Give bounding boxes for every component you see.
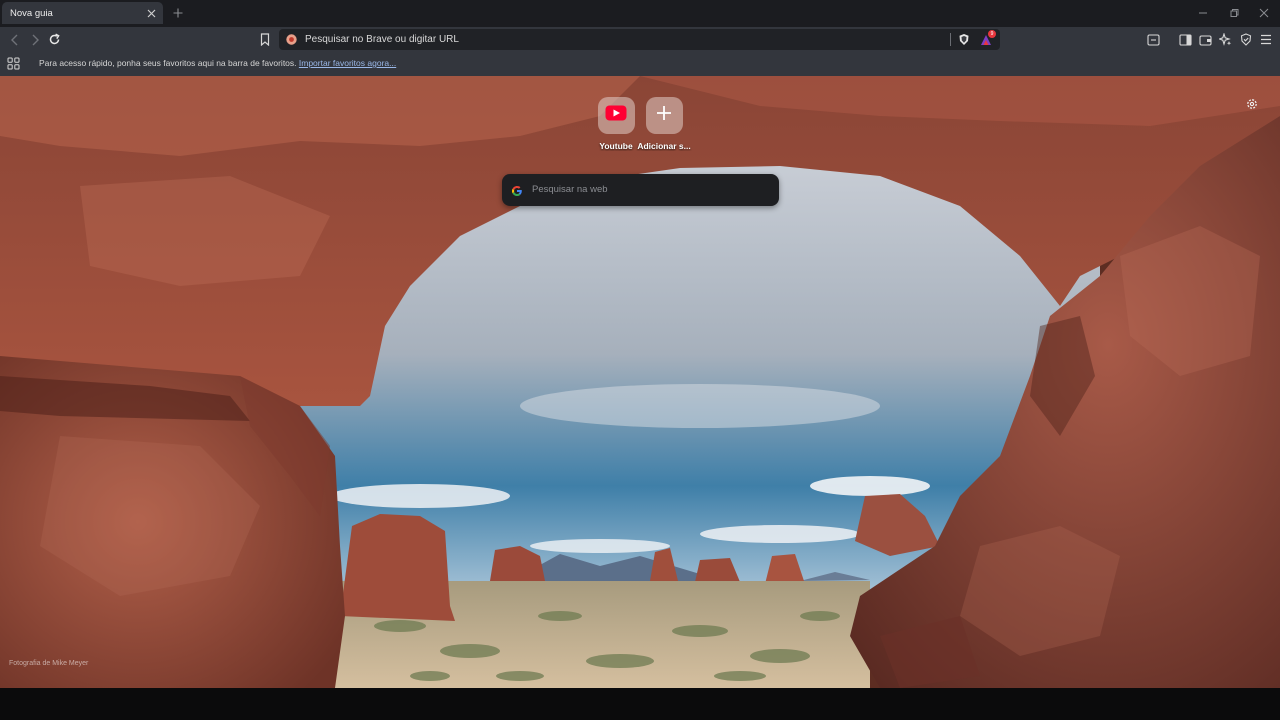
brave-rewards-icon[interactable]: 9 xyxy=(979,30,997,47)
menu-icon[interactable] xyxy=(1258,32,1273,47)
photo-credit[interactable]: Fotografia de Mike Meyer xyxy=(9,660,88,667)
address-bar[interactable]: Pesquisar no Brave ou digitar URL 9 xyxy=(279,29,1000,50)
sidebar-icon[interactable] xyxy=(1178,32,1193,47)
settings-gear-icon[interactable] xyxy=(1245,97,1259,111)
url-placeholder: Pesquisar no Brave ou digitar URL xyxy=(305,34,459,45)
bottom-bar xyxy=(0,688,1280,720)
reload-icon[interactable] xyxy=(47,32,62,47)
search-engine-icon xyxy=(285,33,298,46)
bookmarks-bar: Para acesso rápido, ponha seus favoritos… xyxy=(0,52,1280,76)
background-photo xyxy=(0,76,1280,688)
close-icon[interactable] xyxy=(145,7,157,19)
plus-icon xyxy=(656,105,672,126)
search-placeholder: Pesquisar na web xyxy=(532,184,608,195)
leo-ai-icon[interactable] xyxy=(1218,32,1233,47)
add-shortcut-tile[interactable]: Adicionar s... xyxy=(632,97,696,151)
leo-screen-icon[interactable] xyxy=(1146,32,1161,47)
restore-icon[interactable] xyxy=(1228,7,1240,19)
youtube-icon xyxy=(605,105,627,126)
brave-shields-icon[interactable] xyxy=(958,33,970,46)
apps-grid-icon[interactable] xyxy=(7,57,20,70)
bookmarks-hint: Para acesso rápido, ponha seus favoritos… xyxy=(39,58,396,68)
tab-strip: Nova guia xyxy=(0,0,1280,27)
tab-new-tab[interactable]: Nova guia xyxy=(2,2,163,24)
google-icon xyxy=(511,184,523,196)
forward-icon[interactable] xyxy=(27,32,42,47)
bookmarks-message: Para acesso rápido, ponha seus favoritos… xyxy=(39,58,297,68)
add-shortcut-box xyxy=(645,97,683,134)
import-bookmarks-link[interactable]: Importar favoritos agora... xyxy=(299,58,396,68)
web-search-box[interactable]: Pesquisar na web xyxy=(502,174,779,206)
window-close-icon[interactable] xyxy=(1258,7,1270,19)
back-icon[interactable] xyxy=(7,32,22,47)
add-shortcut-label: Adicionar s... xyxy=(637,141,691,151)
url-divider xyxy=(950,33,951,46)
tab-title: Nova guia xyxy=(10,7,53,19)
bookmark-icon[interactable] xyxy=(257,32,272,47)
rewards-badge: 9 xyxy=(988,30,996,38)
wallet-icon[interactable] xyxy=(1198,32,1213,47)
new-tab-button[interactable] xyxy=(171,6,185,20)
toolbar: Pesquisar no Brave ou digitar URL 9 xyxy=(0,27,1280,52)
minimize-icon[interactable] xyxy=(1197,7,1209,19)
top-site-youtube-box xyxy=(597,97,635,134)
new-tab-page: Youtube Adicionar s... Pesquisar na web … xyxy=(0,76,1280,688)
vpn-icon[interactable] xyxy=(1238,32,1253,47)
